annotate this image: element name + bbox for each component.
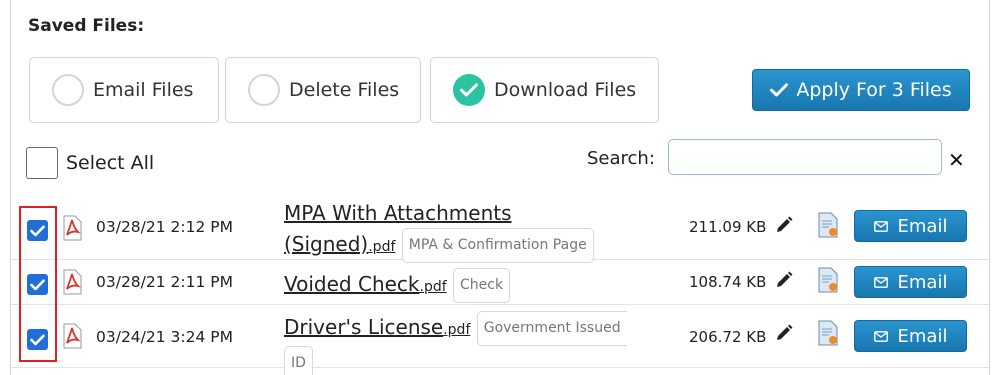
file-size: 108.74 KB	[689, 273, 767, 291]
delete-files-option[interactable]: Delete Files	[225, 57, 421, 123]
file-name: MPA With Attachments (Signed).pdf MPA & …	[284, 199, 594, 263]
envelope-icon	[873, 330, 888, 342]
file-row: 03/28/21 2:11 PM Voided Check.pdf Check …	[11, 261, 989, 305]
apply-button-label: Apply For 3 Files	[796, 79, 952, 101]
row-checkbox[interactable]	[27, 329, 48, 350]
file-tag: Check	[453, 268, 511, 303]
file-tag: MPA & Confirmation Page	[401, 228, 594, 263]
file-tag: Government Issued	[476, 311, 627, 346]
email-button[interactable]: Email	[854, 266, 967, 298]
email-button[interactable]: Email	[854, 210, 967, 242]
check-circle-icon	[453, 74, 485, 106]
file-name-link[interactable]: Driver's License	[284, 315, 443, 339]
row-checkbox[interactable]	[27, 274, 48, 295]
checkmark-icon	[770, 83, 789, 97]
edit-pencil-icon[interactable]	[774, 215, 794, 235]
select-all-checkbox[interactable]	[26, 147, 58, 179]
envelope-icon	[873, 220, 888, 232]
file-date: 03/28/21 2:11 PM	[96, 273, 233, 291]
section-title: Saved Files:	[28, 16, 145, 36]
document-icon[interactable]	[817, 212, 839, 238]
email-button-label: Email	[897, 271, 948, 293]
file-tag-cont: ID	[284, 346, 313, 375]
email-button-label: Email	[897, 215, 948, 237]
file-size: 206.72 KB	[689, 328, 767, 346]
select-all-label: Select All	[66, 152, 155, 174]
pdf-icon	[63, 323, 82, 349]
pdf-icon	[63, 269, 82, 295]
email-button[interactable]: Email	[854, 320, 967, 352]
email-files-label: Email Files	[93, 79, 194, 101]
envelope-icon	[873, 276, 888, 288]
email-button-label: Email	[897, 325, 948, 347]
file-name-link-cont[interactable]: (Signed)	[284, 232, 368, 256]
file-name: Driver's License.pdf Government Issued I…	[284, 311, 627, 375]
document-icon[interactable]	[817, 267, 839, 293]
delete-files-label: Delete Files	[289, 79, 400, 101]
file-ext[interactable]: .pdf	[420, 279, 447, 295]
clear-search-icon[interactable]: ✕	[948, 148, 965, 172]
file-ext[interactable]: .pdf	[368, 239, 395, 255]
file-size: 211.09 KB	[689, 218, 767, 236]
download-files-option[interactable]: Download Files	[430, 57, 659, 123]
file-row: 03/24/21 3:24 PM Driver's License.pdf Go…	[11, 306, 989, 375]
file-date: 03/28/21 2:12 PM	[96, 218, 233, 236]
edit-pencil-icon[interactable]	[774, 323, 794, 343]
radio-icon	[248, 74, 280, 106]
email-files-option[interactable]: Email Files	[29, 57, 219, 123]
file-name: Voided Check.pdf Check	[284, 268, 511, 303]
document-icon[interactable]	[817, 320, 839, 346]
radio-icon	[52, 74, 84, 106]
file-name-link[interactable]: Voided Check	[284, 272, 420, 296]
search-input[interactable]	[668, 139, 942, 175]
file-row: 03/28/21 2:12 PM MPA With Attachments (S…	[11, 198, 989, 263]
file-name-link[interactable]: MPA With Attachments	[284, 201, 512, 225]
edit-pencil-icon[interactable]	[774, 270, 794, 290]
select-all[interactable]: Select All	[26, 147, 154, 179]
search-label: Search:	[587, 148, 655, 169]
apply-button[interactable]: Apply For 3 Files	[752, 69, 970, 111]
pdf-icon	[63, 215, 82, 241]
file-ext[interactable]: .pdf	[443, 322, 470, 338]
download-files-label: Download Files	[494, 79, 637, 101]
row-checkbox[interactable]	[27, 220, 48, 241]
file-date: 03/24/21 3:24 PM	[96, 328, 233, 346]
